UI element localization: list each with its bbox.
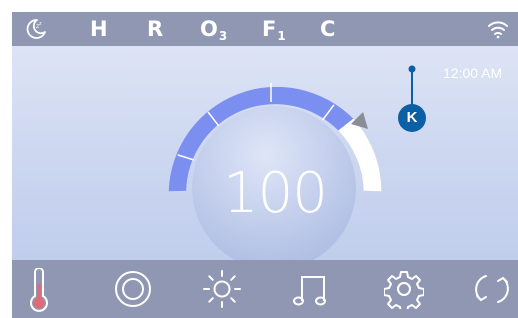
ozone-indicator: O3 [200,17,228,43]
r-indicator: R [147,17,164,41]
music-note-icon[interactable] [292,269,332,313]
gear-icon[interactable] [383,269,425,313]
refresh-icon[interactable] [472,270,512,312]
marker-k[interactable]: K [398,104,426,132]
status-bar: z z H R O3 F1 C [12,12,518,46]
target-icon[interactable] [114,270,152,312]
thermometer-icon[interactable] [29,267,49,318]
main-area: 12:00 AM 100 K [12,46,518,260]
bottom-nav [12,260,518,318]
sun-icon[interactable] [202,269,242,313]
temperature-gauge [168,83,382,260]
filter-indicator: F1 [262,17,286,43]
spa-screen: z z H R O3 F1 C 12:00 AM 100 K [12,12,518,318]
temperature-setpoint: 100 [223,161,328,226]
heater-indicator: H [90,17,108,41]
sleep-moon-icon: z z [24,17,48,45]
svg-text:z: z [39,21,42,27]
wifi-icon [487,19,509,43]
c-indicator: C [320,17,336,41]
